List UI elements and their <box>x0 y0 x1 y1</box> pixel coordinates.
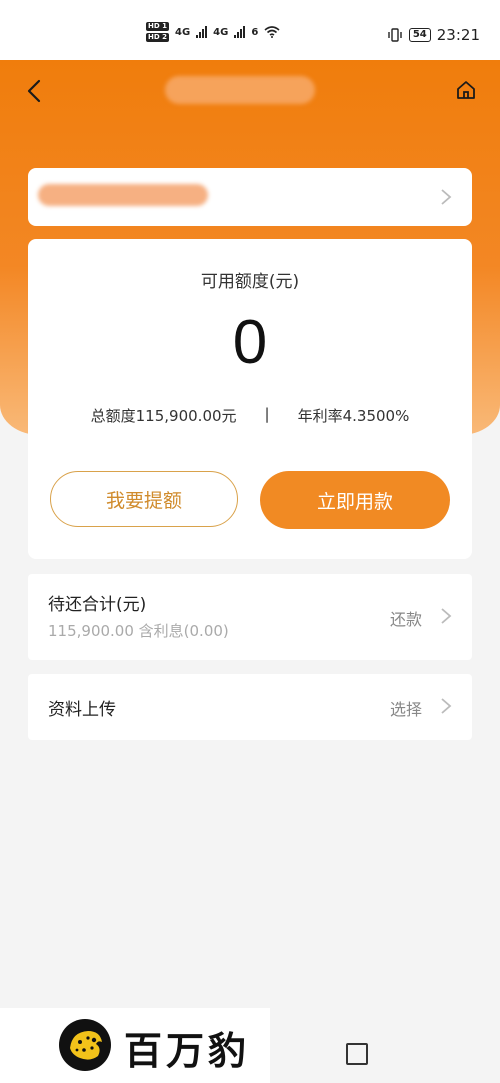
upload-title: 资料上传 <box>48 700 116 720</box>
hd-badges: HD 1 HD 2 <box>146 22 169 42</box>
network-type-2: 4G <box>213 26 229 38</box>
available-limit-label: 可用额度(元) <box>200 272 300 292</box>
info-separator: | <box>264 405 270 423</box>
wifi-label: 6 <box>251 26 259 38</box>
use-now-button[interactable]: 立即用款 <box>260 471 450 529</box>
select-action[interactable]: 选择 <box>390 696 422 720</box>
signal-icon-1 <box>196 26 208 38</box>
raise-limit-button[interactable]: 我要提额 <box>50 471 238 527</box>
home-icon[interactable] <box>454 78 478 102</box>
repayment-row[interactable]: 待还合计(元) 115,900.00 含利息(0.00) 还款 <box>28 574 472 660</box>
hd-badge-2: HD 2 <box>146 33 169 42</box>
network-type-1: 4G <box>174 26 191 38</box>
signal-icon-2 <box>234 26 246 38</box>
status-right-group: 54 23:21 <box>387 26 480 44</box>
credit-info-row: 总额度115,900.00元 | 年利率4.3500% <box>28 405 472 426</box>
wifi-icon <box>264 26 280 38</box>
repayment-title: 待还合计(元) <box>48 595 147 615</box>
total-limit-text: 总额度115,900.00元 <box>90 407 237 425</box>
merchant-card[interactable] <box>28 168 472 226</box>
leopard-logo-icon <box>59 1019 111 1071</box>
hd-badge-1: HD 1 <box>146 22 169 31</box>
status-bar: HD 1 HD 2 4G 4G 6 54 23:21 <box>0 0 500 60</box>
chevron-right-icon <box>441 608 452 624</box>
status-network-group: HD 1 HD 2 4G 4G 6 <box>146 22 280 42</box>
chevron-right-icon <box>441 189 452 205</box>
watermark-text: 百万豹 <box>124 1028 251 1073</box>
repay-action[interactable]: 还款 <box>390 606 422 630</box>
nav-recents-button[interactable] <box>346 1043 368 1065</box>
available-limit-value: 0 <box>232 308 268 377</box>
chevron-right-icon <box>441 698 452 714</box>
merchant-name-redacted <box>38 184 208 206</box>
back-icon[interactable] <box>22 78 48 104</box>
page-title-redacted <box>165 76 315 104</box>
repayment-summary: 115,900.00 含利息(0.00) <box>48 622 229 640</box>
vibrate-icon <box>388 28 402 42</box>
annual-rate-text: 年利率4.3500% <box>297 407 410 425</box>
credit-card: 可用额度(元) 0 总额度115,900.00元 | 年利率4.3500% 我要… <box>28 239 472 559</box>
upload-row[interactable]: 资料上传 选择 <box>28 674 472 740</box>
clock: 23:21 <box>436 26 480 44</box>
battery-icon: 54 <box>408 28 431 42</box>
